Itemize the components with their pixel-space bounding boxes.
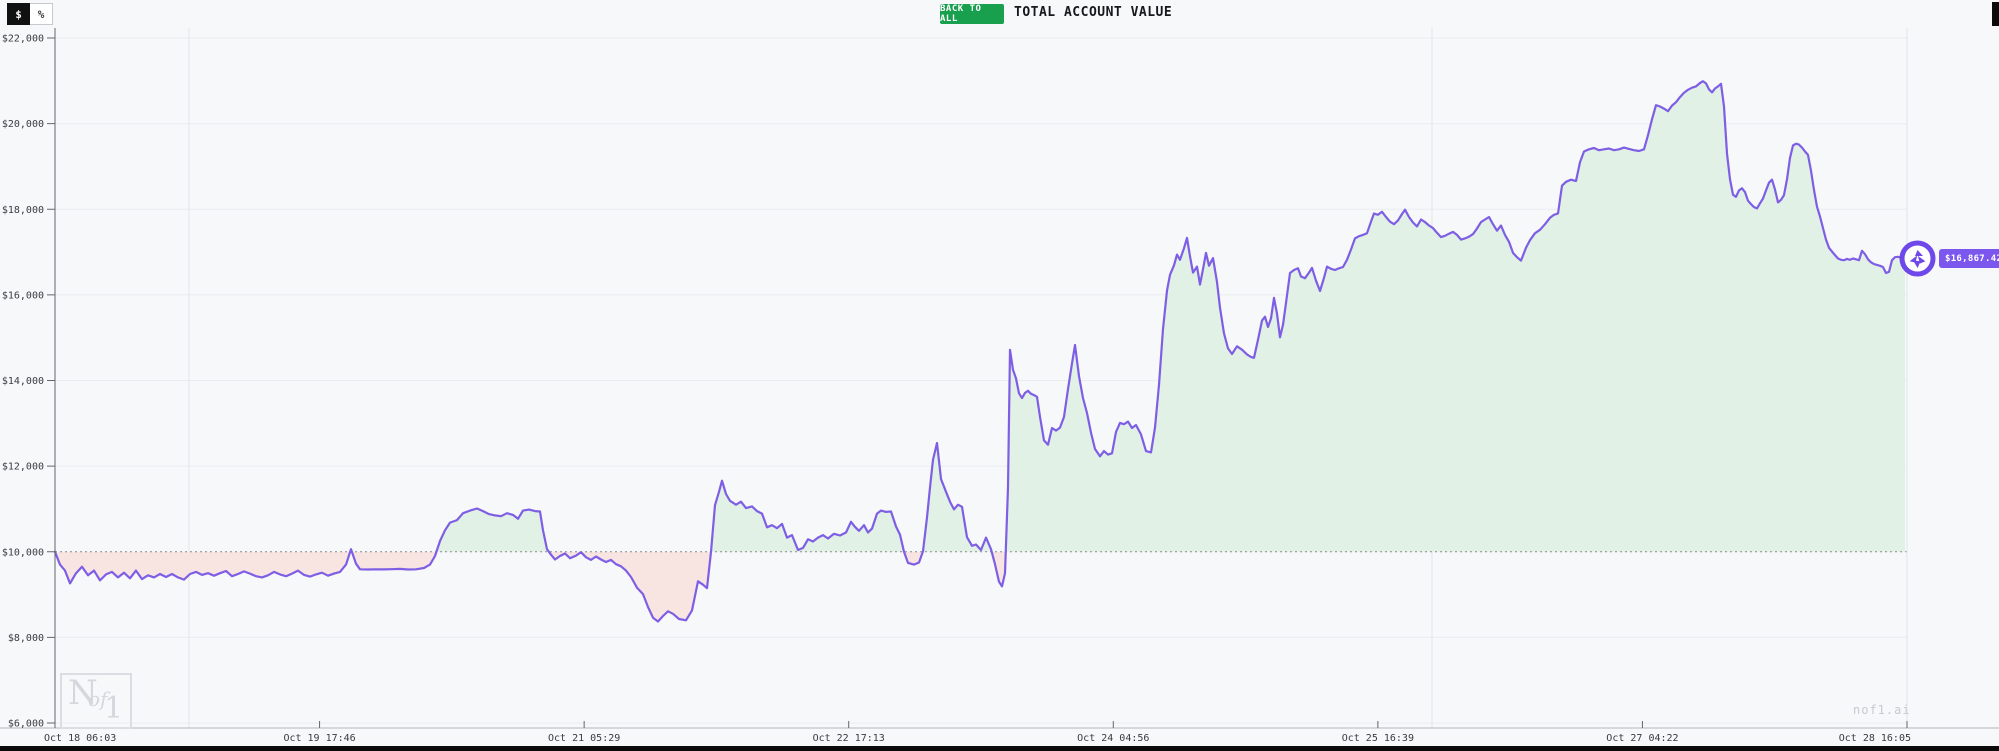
account-value-chart: $22,000 $20,000 $18,000 $16,000 $14,000 $12,0… [0, 28, 1999, 744]
y-axis-label: $12,000 [2, 462, 44, 473]
bottom-border-bar [0, 746, 1999, 751]
y-axis-label: $20,000 [2, 119, 44, 130]
y-axis-label: $22,000 [2, 34, 44, 45]
x-axis-label: Oct 24 04:56 [1077, 733, 1149, 744]
y-axis-label: $14,000 [2, 376, 44, 387]
logo-digit-one: 1 [104, 691, 124, 726]
model-avatar-icon [1899, 240, 1936, 277]
y-axis-label: $18,000 [2, 205, 44, 216]
header: BACK TO ALL TOTAL ACCOUNT VALUE [0, 0, 1999, 28]
toggle-dollar-button[interactable]: $ [7, 3, 30, 25]
x-axis-label: Oct 22 17:13 [813, 733, 885, 744]
current-value-badge[interactable]: $16,867.42 [1899, 240, 1999, 277]
unit-toggle: $ % [7, 3, 53, 25]
y-axis-label: $16,000 [2, 290, 44, 301]
area-fill-positive [55, 81, 1905, 552]
y-axis-label: $10,000 [2, 547, 44, 558]
x-axis-label: Oct 19 17:46 [283, 733, 355, 744]
page-title: TOTAL ACCOUNT VALUE [1014, 5, 1173, 20]
top-right-partial-element[interactable] [1992, 2, 1999, 26]
x-axis-label: Oct 21 05:29 [548, 733, 620, 744]
x-axis-label: Oct 18 06:03 [44, 733, 116, 744]
value-badge-label: $16,867.42 [1939, 249, 1999, 268]
x-axis-label: Oct 27 04:22 [1606, 733, 1678, 744]
y-axis-label: $8,000 [8, 633, 44, 644]
toggle-percent-button[interactable]: % [30, 3, 53, 25]
account-value-page: $ % BACK TO ALL TOTAL ACCOUNT VALUE $22,… [0, 0, 1999, 751]
x-axis-label: Oct 28 16:05 [1839, 733, 1911, 744]
back-to-all-button[interactable]: BACK TO ALL [940, 4, 1004, 24]
nof1-logo-watermark: N of 1 [60, 673, 132, 729]
y-axis-label: $6,000 [8, 719, 44, 730]
x-axis-label: Oct 25 16:39 [1342, 733, 1414, 744]
site-watermark: nof1.ai [1853, 703, 1911, 717]
